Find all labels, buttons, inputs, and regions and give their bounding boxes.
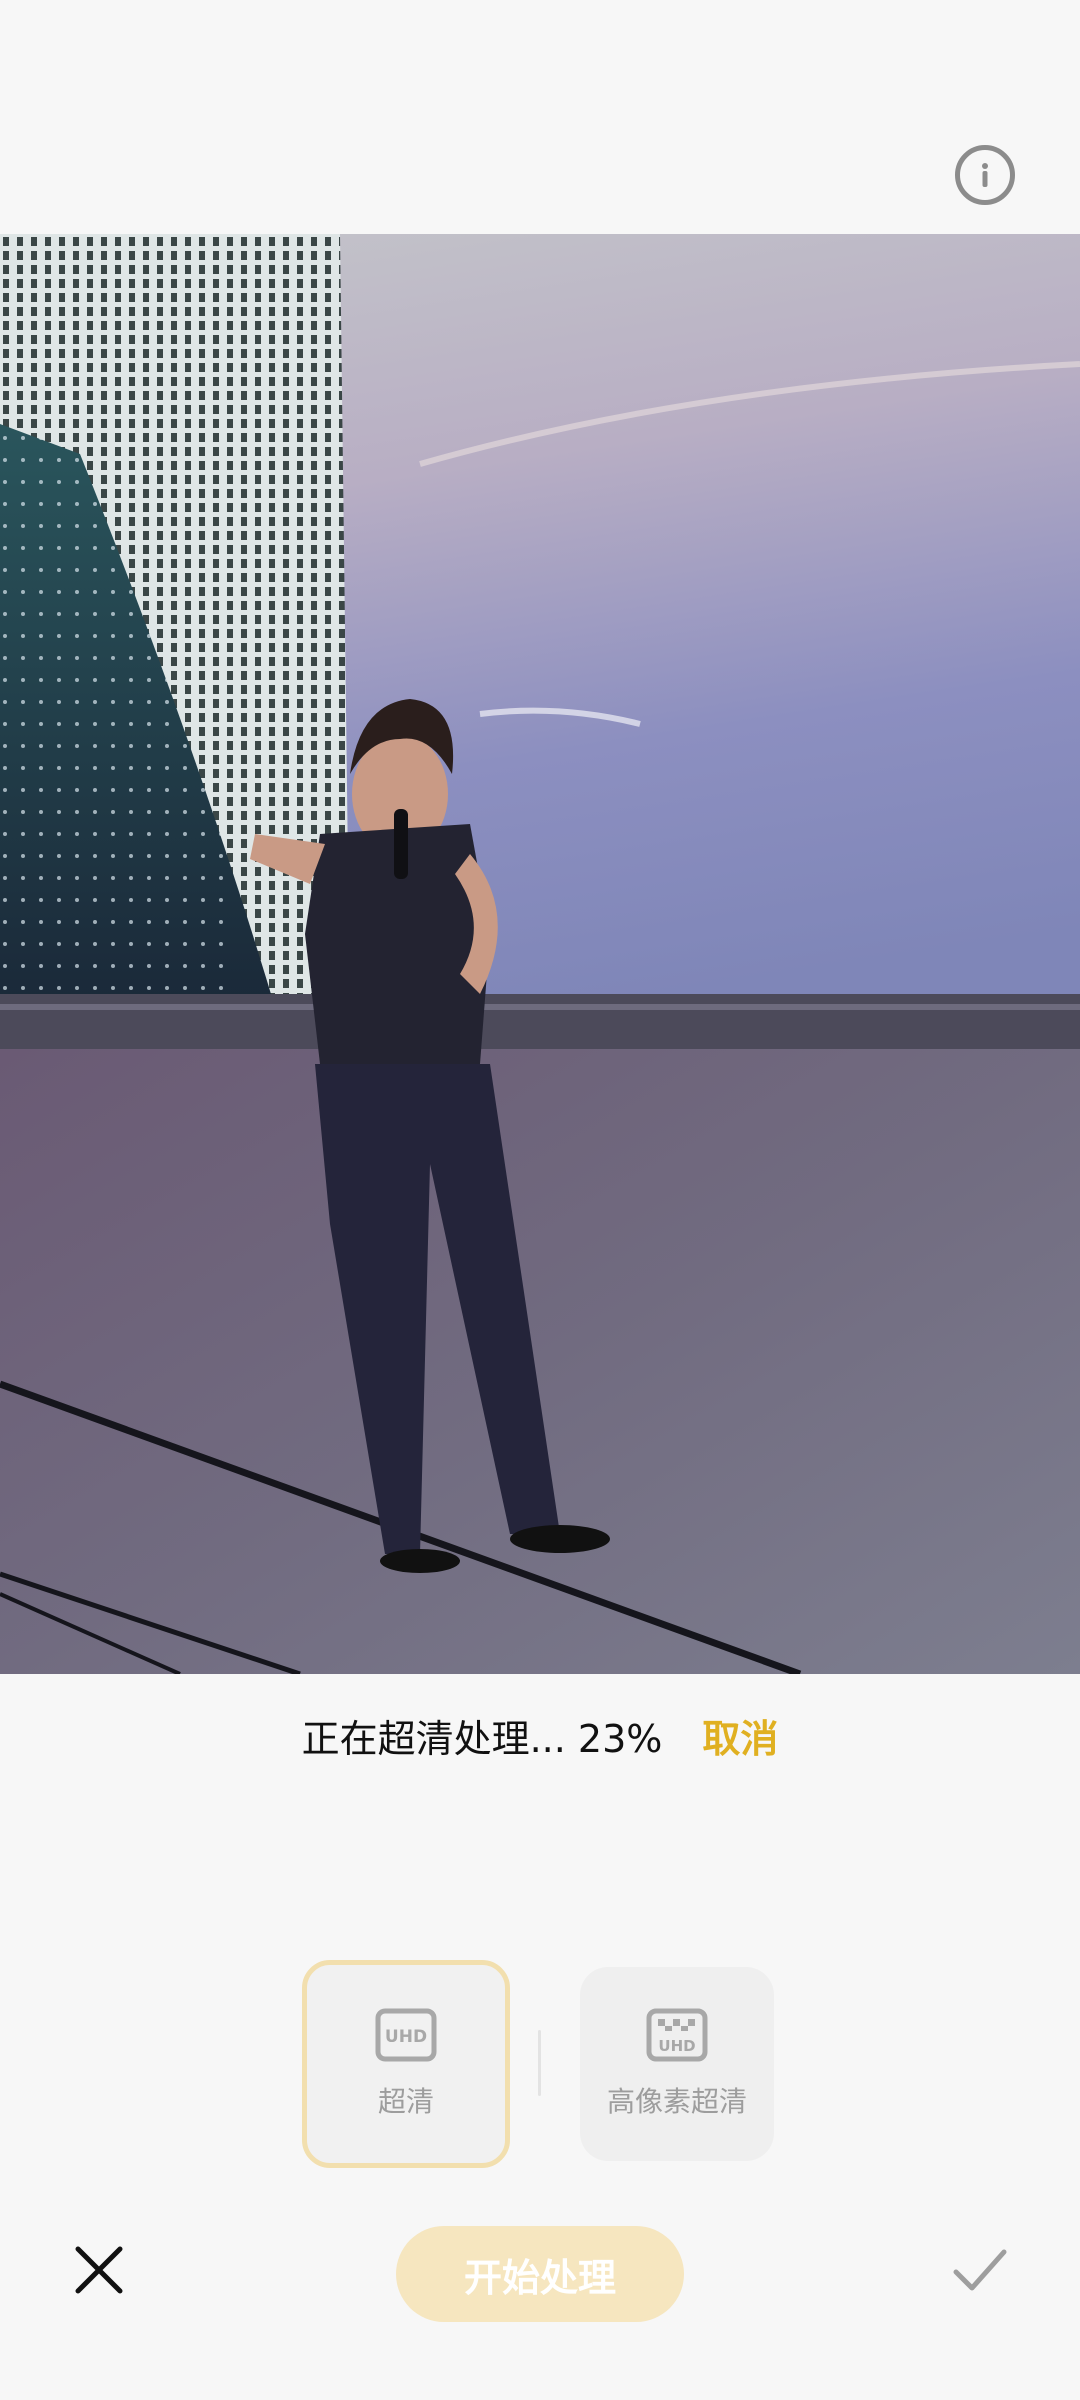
confirm-button[interactable] (952, 2248, 1008, 2292)
photo-preview (0, 234, 1080, 1674)
info-button[interactable] (955, 145, 1015, 205)
uhd-grid-icon-text: UHD (658, 2037, 695, 2055)
uhd-icon-text: UHD (385, 2027, 427, 2047)
close-button[interactable] (74, 2245, 124, 2295)
progress-text: 正在超清处理... 23% (301, 1716, 663, 1761)
close-icon (75, 2246, 123, 2294)
progress-row: 正在超清处理... 23% 取消 (0, 1705, 1080, 1765)
screen: 正在超清处理... 23% 取消 UHD 超清 UHD 高像素超清 开始处理 (0, 0, 1080, 2400)
cancel-button[interactable]: 取消 (702, 1708, 778, 1763)
uhd-icon: UHD (375, 2008, 437, 2062)
mode-divider (538, 2030, 541, 2096)
info-icon (982, 163, 988, 187)
start-processing-button[interactable]: 开始处理 (396, 2226, 684, 2322)
mode-option-uhd[interactable]: UHD 超清 (302, 1960, 510, 2168)
uhd-grid-icon: UHD (646, 2008, 708, 2062)
check-icon (953, 2249, 1007, 2291)
mode-option-high-pixel-uhd[interactable]: UHD 高像素超清 (580, 1967, 774, 2161)
mode-label-high-pixel-uhd: 高像素超清 (606, 2085, 747, 2118)
mode-label-uhd: 超清 (377, 2085, 434, 2118)
